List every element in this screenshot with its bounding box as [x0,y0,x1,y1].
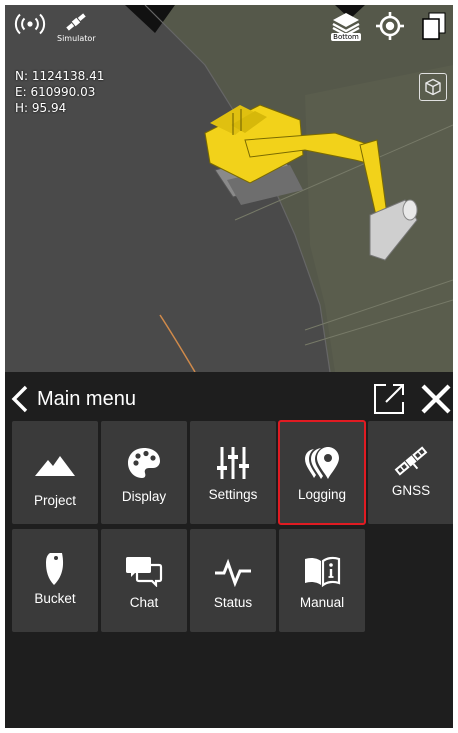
locate-button[interactable] [375,11,405,43]
menu-tile-label: Project [33,493,77,508]
satellite-icon [394,446,428,476]
back-button[interactable]: Main menu [9,382,136,416]
popout-button[interactable] [372,382,406,416]
menu-tile-chat[interactable]: Chat [101,529,187,632]
layer-button[interactable]: Bottom [331,11,361,43]
northing-value: N: 1124138.41 [15,69,105,83]
menu-tile-label: Logging [297,487,347,502]
map-viewport[interactable]: Simulator N: 1124138.41 E: 610990.03 H: … [5,5,453,372]
view-controls: Bottom [331,11,449,43]
windows-icon [422,12,446,40]
menu-tile-settings[interactable]: Settings [190,421,276,524]
menu-tile-label: Display [121,489,167,504]
terrain-scene [5,5,453,372]
simulator-label: Simulator [57,34,96,43]
position-readout: N: 1124138.41 E: 610990.03 H: 95.94 [15,68,104,116]
menu-tile-label: Bucket [34,591,76,606]
crosshair-icon [376,12,404,40]
menu-tile-manual[interactable]: Manual [279,529,365,632]
status-indicators: Simulator [13,11,96,43]
chevron-left-icon [11,385,28,413]
menu-tile-label: Status [213,595,253,610]
menu-tile-status[interactable]: Status [190,529,276,632]
menu-tile-label: Chat [129,595,159,610]
cube-icon [425,78,441,96]
menu-tile-project[interactable]: Project [12,421,98,524]
gnss-status[interactable]: Simulator [57,11,96,43]
view-cube-button[interactable] [419,73,447,101]
windows-button[interactable] [419,11,449,43]
menu-title: Main menu [37,387,136,410]
mountain-icon [35,456,75,476]
menu-tile-display[interactable]: Display [101,421,187,524]
sliders-icon [217,447,249,479]
close-icon [421,384,451,414]
radio-signal-icon[interactable] [13,11,47,37]
menu-header: Main menu [5,372,453,424]
height-value: H: 95.94 [15,101,67,115]
palette-icon [128,448,160,478]
manual-icon [305,556,341,587]
location-pins-icon [305,447,339,479]
menu-tile-label: Manual [299,595,345,610]
easting-value: E: 610990.03 [15,85,96,99]
bucket-icon [46,553,64,585]
menu-tile-label: Settings [208,487,258,502]
app-frame: Simulator N: 1124138.41 E: 610990.03 H: … [5,5,453,728]
menu-tile-gnss[interactable]: GNSS [368,421,453,524]
satellite-status-icon [66,13,87,31]
chat-icon [126,557,163,587]
menu-tile-bucket[interactable]: Bucket [12,529,98,632]
close-button[interactable] [419,382,453,416]
pulse-icon [215,558,251,587]
main-menu-panel: Main menu Project Display Settings Loggi… [5,372,453,728]
external-link-icon [374,384,404,414]
menu-tile-logging[interactable]: Logging [278,420,366,525]
menu-tile-label: GNSS [391,483,431,498]
layer-label: Bottom [331,33,361,41]
